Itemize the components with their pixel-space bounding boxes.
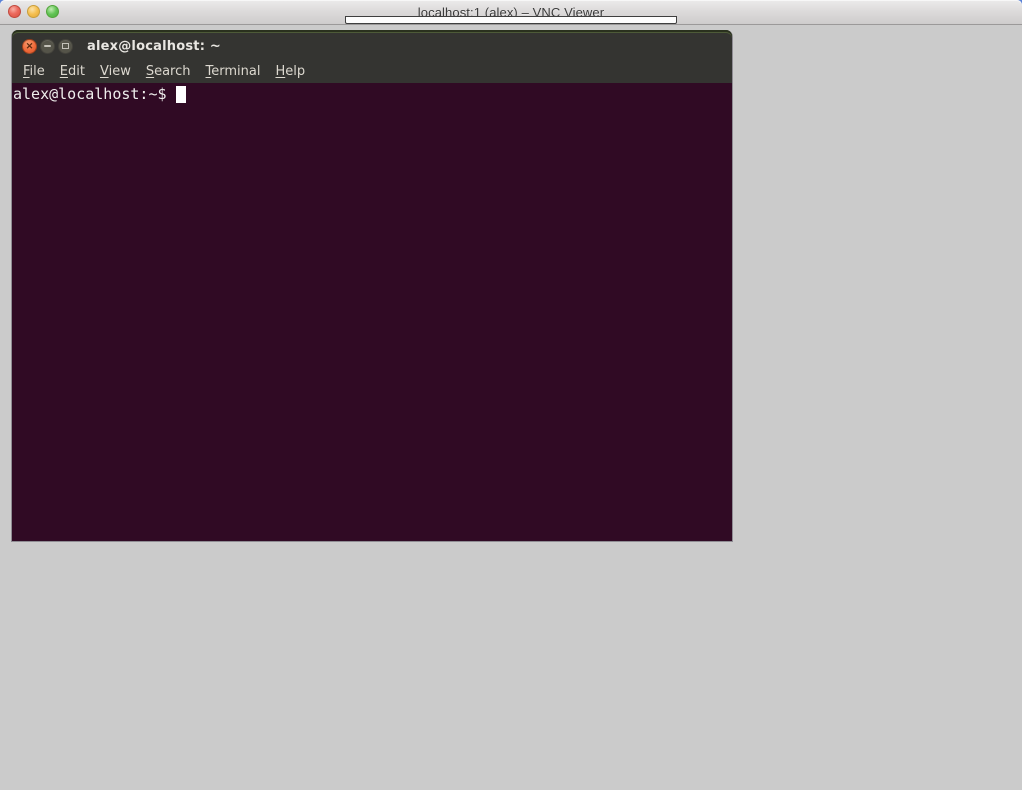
close-icon: ✕: [26, 42, 34, 51]
terminal-titlebar[interactable]: ✕ alex@localhost: ~: [12, 30, 732, 60]
minimize-icon: [44, 45, 51, 47]
terminal-screen[interactable]: alex@localhost:~$: [12, 83, 732, 541]
mac-minimize-button[interactable]: [27, 5, 40, 18]
menu-item-file[interactable]: File: [17, 62, 51, 81]
menu-item-terminal[interactable]: Terminal: [200, 62, 267, 81]
terminal-cursor: [176, 86, 186, 103]
menu-item-view[interactable]: View: [94, 62, 137, 81]
terminal-maximize-button[interactable]: [58, 39, 73, 54]
terminal-close-button[interactable]: ✕: [22, 39, 37, 54]
shell-prompt: alex@localhost:~$: [13, 86, 167, 103]
vnc-toolbar-tab[interactable]: [345, 16, 677, 24]
menu-item-edit[interactable]: Edit: [54, 62, 91, 81]
terminal-title: alex@localhost: ~: [87, 39, 221, 54]
mac-zoom-button[interactable]: [46, 5, 59, 18]
remote-desktop[interactable]: ✕ alex@localhost: ~ File Edit View Searc…: [0, 25, 1022, 790]
terminal-chrome: ✕ alex@localhost: ~ File Edit View Searc…: [12, 30, 732, 83]
terminal-menubar: File Edit View Search Terminal Help: [12, 60, 732, 83]
terminal-window-controls: ✕: [22, 39, 73, 54]
maximize-icon: [62, 43, 69, 49]
menu-item-search[interactable]: Search: [140, 62, 197, 81]
terminal-prompt-line: alex@localhost:~$: [13, 86, 732, 103]
menu-item-help[interactable]: Help: [269, 62, 311, 81]
mac-window-controls: [8, 5, 59, 18]
terminal-window: ✕ alex@localhost: ~ File Edit View Searc…: [11, 30, 733, 542]
terminal-minimize-button[interactable]: [40, 39, 55, 54]
mac-close-button[interactable]: [8, 5, 21, 18]
